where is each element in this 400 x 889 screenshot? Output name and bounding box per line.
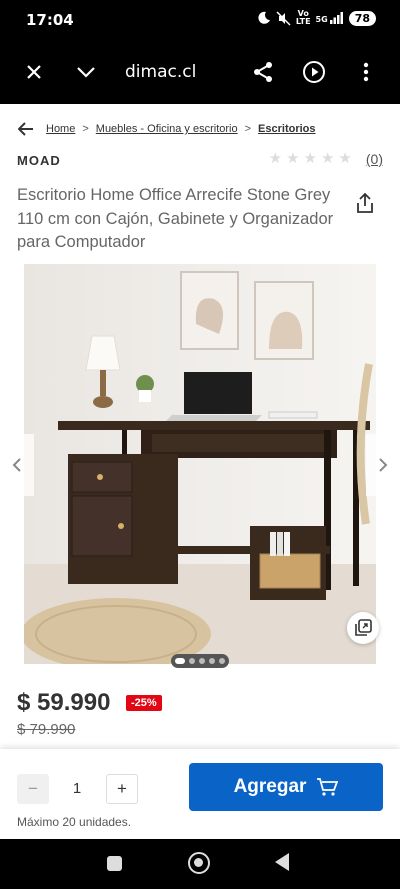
collections-icon [355, 619, 372, 636]
star-icon: ★ [303, 150, 317, 167]
breadcrumb: Home > Muebles - Oficina y escritorio > … [18, 122, 316, 136]
breadcrumb-separator: > [244, 123, 252, 135]
product-image [24, 264, 376, 664]
mute-icon [276, 10, 291, 26]
moon-icon [258, 11, 270, 24]
gallery-dot[interactable] [199, 658, 205, 664]
add-to-cart-label: Agregar [233, 776, 307, 797]
breadcrumb-current[interactable]: Escritorios [258, 123, 315, 135]
chevron-down-icon [77, 67, 95, 78]
gallery-dot[interactable] [175, 658, 185, 664]
add-to-cart-button[interactable]: Agregar [189, 763, 383, 811]
arrow-left-icon [18, 122, 33, 136]
gallery-expand-button[interactable] [347, 612, 379, 644]
quantity-increase-button[interactable]: + [106, 774, 138, 804]
rating-count[interactable]: (0) [366, 151, 383, 167]
network-lte: LTE [295, 17, 311, 26]
chevron-left-icon [12, 458, 21, 472]
more-options-button[interactable] [350, 56, 382, 88]
gallery-pagination[interactable] [171, 654, 229, 668]
minimize-button[interactable] [70, 56, 102, 88]
play-button[interactable] [298, 56, 330, 88]
cart-icon [317, 778, 339, 796]
brand-name[interactable]: MOAD [17, 153, 61, 168]
gallery-dot[interactable] [189, 658, 195, 664]
discount-badge: -25% [126, 695, 162, 711]
quantity-decrease-button[interactable]: − [17, 774, 49, 804]
back-button[interactable] [18, 122, 34, 136]
product-title: Escritorio Home Office Arrecife Stone Gr… [17, 186, 334, 251]
share-icon [254, 62, 272, 82]
gallery-dot[interactable] [219, 658, 225, 664]
star-icon: ★ [320, 150, 335, 167]
signal-icon [329, 12, 343, 24]
share-page-button[interactable] [247, 56, 279, 88]
breadcrumb-separator: > [82, 123, 89, 135]
browser-toolbar: dimac.cl [0, 40, 400, 104]
gallery-next-button[interactable] [366, 434, 400, 496]
status-bar: 17:04 Vo LTE 5G 78 [0, 0, 400, 40]
star-icon: ★ [338, 150, 352, 167]
add-to-cart-bar: − 1 + Agregar Máximo 20 unidades. [0, 749, 400, 839]
gallery-prev-button[interactable] [0, 434, 34, 496]
old-price: $ 79.990 [17, 721, 76, 738]
status-time: 17:04 [26, 11, 74, 29]
home-button[interactable] [188, 852, 210, 874]
close-icon [27, 65, 41, 79]
play-circle-icon [303, 61, 325, 83]
quantity-input[interactable]: 1 [60, 780, 94, 797]
max-units-text: Máximo 20 unidades. [17, 815, 132, 829]
chevron-right-icon [379, 458, 388, 472]
close-tab-button[interactable] [18, 56, 50, 88]
status-icons: Vo LTE 5G 78 [257, 10, 376, 26]
battery-indicator: 78 [348, 10, 376, 26]
product-price: $ 59.990 [17, 689, 111, 716]
gallery-dot[interactable] [209, 658, 215, 664]
star-icon: ★ [268, 150, 283, 167]
star-icon: ★ [286, 150, 300, 167]
breadcrumb-home[interactable]: Home [46, 123, 75, 135]
desk-illustration [24, 264, 376, 664]
url-text[interactable]: dimac.cl [125, 62, 196, 82]
breadcrumb-category[interactable]: Muebles - Oficina y escritorio [96, 123, 238, 135]
system-back-button[interactable] [275, 853, 289, 871]
signal-label: 5G [315, 15, 328, 24]
signal-indicator: 5G [316, 12, 344, 24]
more-vertical-icon [363, 62, 369, 82]
rating[interactable]: ★ ★ ★ ★ ★ (0) [268, 150, 383, 168]
share-upload-icon [357, 192, 373, 213]
system-nav-bar [0, 839, 400, 889]
recent-apps-button[interactable] [107, 856, 122, 871]
web-page: Home > Muebles - Oficina y escritorio > … [0, 104, 400, 839]
network-indicator: Vo LTE [296, 10, 311, 26]
share-product-button[interactable] [354, 192, 378, 216]
product-gallery[interactable] [0, 264, 400, 674]
